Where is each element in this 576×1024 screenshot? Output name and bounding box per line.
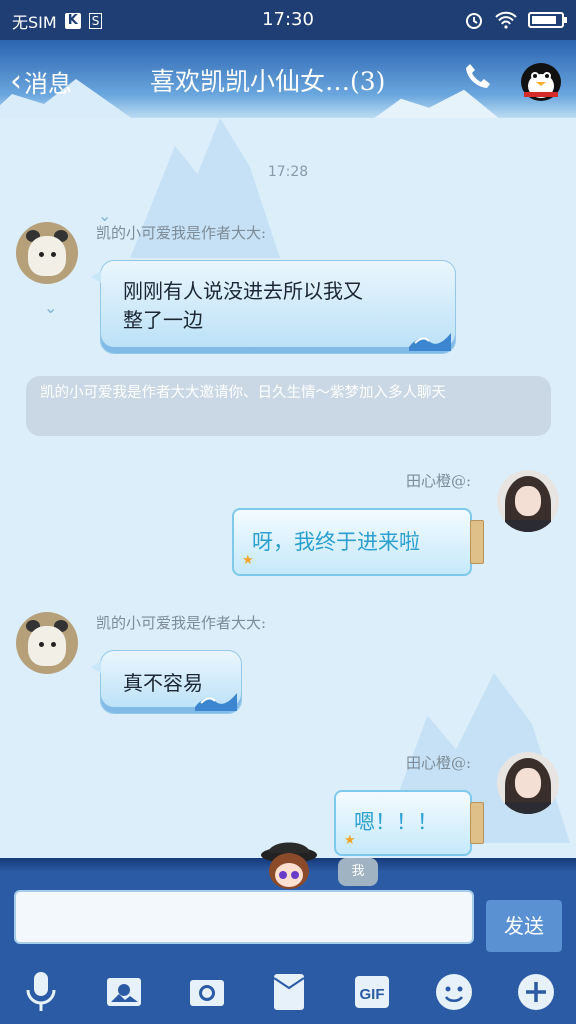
- penguin-icon: [521, 63, 561, 101]
- system-notice: 凯的小可爱我是作者大大邀请你、日久生情～紫梦加入多人聊天: [26, 376, 551, 436]
- chat-title[interactable]: 喜欢凯凯小仙女…(3): [150, 62, 385, 98]
- camera-button[interactable]: [183, 968, 231, 1016]
- me-label: 我: [338, 858, 378, 886]
- back-button[interactable]: ‹ 消息: [10, 64, 72, 99]
- emoji-icon: [436, 974, 472, 1010]
- wave-icon: [195, 693, 237, 711]
- chat-header: ‹ 消息 喜欢凯凯小仙女…(3): [0, 40, 576, 118]
- message-list[interactable]: ⌄ ⌄ 17:28 凯的小可爱我是作者大大: 刚刚有人说没进去所以我又 整了一边…: [0, 118, 576, 858]
- message-bubble[interactable]: 真不容易: [91, 650, 242, 714]
- status-right: [464, 10, 567, 30]
- avatar-girl[interactable]: [497, 752, 559, 814]
- back-label: 消息: [24, 70, 72, 98]
- message-input[interactable]: [14, 890, 474, 944]
- wifi-icon: [495, 11, 517, 29]
- phone-icon: [466, 64, 490, 88]
- camera-icon: [190, 980, 224, 1006]
- mic-button[interactable]: [17, 968, 65, 1016]
- emoji-button[interactable]: [430, 968, 478, 1016]
- group-profile-button[interactable]: [516, 56, 566, 104]
- bottle-cork: [470, 520, 484, 564]
- status-bar: 无SIM K S 17:30: [0, 0, 576, 40]
- photo-button[interactable]: [100, 968, 148, 1016]
- sender-name: 田心橙@:: [406, 754, 472, 772]
- phone-call-button[interactable]: [464, 62, 492, 100]
- avatar-bear[interactable]: [16, 612, 78, 674]
- gif-button[interactable]: GIF: [348, 968, 396, 1016]
- message-bubble[interactable]: 刚刚有人说没进去所以我又 整了一边: [91, 260, 456, 354]
- mic-icon: [26, 972, 56, 1011]
- message-text: 嗯！！！: [354, 810, 438, 834]
- message-timestamp: 17:28: [267, 164, 309, 180]
- bottle-cork: [470, 802, 484, 844]
- svg-text:GIF: GIF: [360, 986, 385, 1003]
- message-bubble[interactable]: 呀，我终于进来啦 ★: [232, 508, 484, 576]
- message-bubble[interactable]: 嗯！！！ ★: [334, 790, 484, 856]
- more-button[interactable]: [512, 968, 560, 1016]
- alarm-icon: [466, 13, 482, 29]
- envelope-icon: [273, 974, 305, 1010]
- bird-decoration: ⌄: [44, 298, 58, 317]
- photo-icon: [107, 978, 141, 1006]
- message-text: 真不容易: [123, 671, 203, 695]
- toolbar: GIF: [0, 968, 576, 1018]
- character-icon: [261, 842, 317, 889]
- wave-icon: [409, 333, 451, 351]
- envelope-button[interactable]: [265, 968, 313, 1016]
- message-text: 呀，我终于进来啦: [252, 530, 420, 554]
- me-character-sticker: [258, 833, 320, 889]
- battery-icon: [528, 12, 567, 28]
- gif-icon: GIF: [355, 976, 389, 1008]
- starfish-icon: ★: [242, 553, 254, 568]
- message-text: 刚刚有人说没进去所以我又: [123, 279, 363, 303]
- avatar-bear[interactable]: [16, 222, 78, 284]
- send-button[interactable]: 发送: [486, 900, 562, 952]
- plus-icon: [518, 974, 554, 1010]
- sender-name: 凯的小可爱我是作者大大:: [96, 224, 267, 242]
- starfish-icon: ★: [344, 833, 356, 848]
- chevron-left-icon: ‹: [10, 64, 22, 99]
- message-text: 整了一边: [123, 308, 203, 332]
- avatar-girl[interactable]: [497, 470, 559, 532]
- sender-name: 田心橙@:: [406, 472, 472, 490]
- sender-name: 凯的小可爱我是作者大大:: [96, 614, 267, 632]
